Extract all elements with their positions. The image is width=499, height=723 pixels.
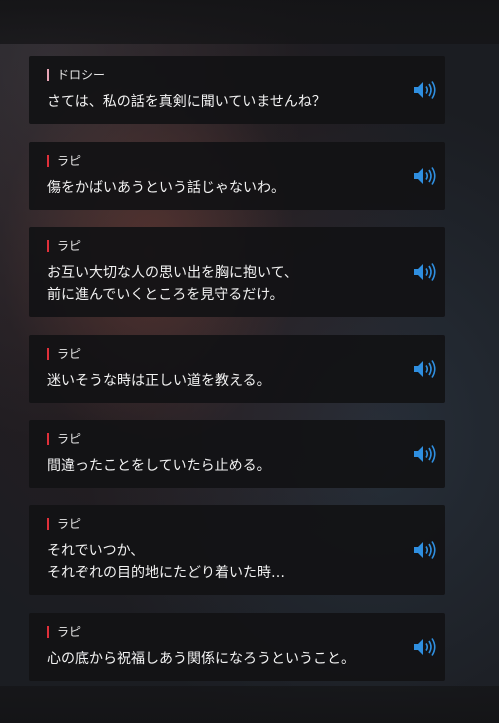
speaker-icon xyxy=(414,638,436,656)
log-entry: ラピ 間違ったことをしていたら止める。 xyxy=(29,420,445,488)
speaker-marker xyxy=(47,155,49,167)
speaker-row: ラピ xyxy=(47,239,81,253)
speaker-row: ラピ xyxy=(47,347,81,361)
log-entry: ラピ 迷いそうな時は正しい道を教える。 xyxy=(29,335,445,403)
speaker-row: ラピ xyxy=(47,625,81,639)
speaker-icon xyxy=(414,263,436,281)
backlog-panel: ドロシー さては、私の話を真剣に聞いていませんね？ ラピ 傷をかばいあうという話… xyxy=(0,0,499,723)
log-entry: ラピ 傷をかばいあうという話じゃないわ。 xyxy=(29,142,445,210)
speaker-marker xyxy=(47,69,49,81)
speaker-marker xyxy=(47,240,49,252)
voice-replay-button[interactable] xyxy=(412,358,438,380)
speaker-row: ドロシー xyxy=(47,68,105,82)
speaker-name: ラピ xyxy=(57,517,82,531)
speaker-row: ラピ xyxy=(47,517,81,531)
voice-replay-button[interactable] xyxy=(412,261,438,283)
speaker-name: ラピ xyxy=(57,239,82,253)
log-entry: ラピ それでいつか、 それぞれの目的地にたどり着いた時… xyxy=(29,505,445,595)
speaker-icon xyxy=(414,360,436,378)
dialogue-text: それでいつか、 それぞれの目的地にたどり着いた時… xyxy=(47,543,285,581)
speaker-row: ラピ xyxy=(47,432,81,446)
log-entry: ラピ 心の底から祝福しあう関係になろうということ。 xyxy=(29,613,445,681)
dialogue-text: 心の底から祝福しあう関係になろうということ。 xyxy=(47,651,355,667)
speaker-icon xyxy=(414,81,436,99)
dialogue-text: 迷いそうな時は正しい道を教える。 xyxy=(47,373,271,389)
speaker-marker xyxy=(47,433,49,445)
voice-replay-button[interactable] xyxy=(412,636,438,658)
voice-replay-button[interactable] xyxy=(412,165,438,187)
top-fade xyxy=(0,0,499,44)
speaker-marker xyxy=(47,626,49,638)
log-entry: ラピ お互い大切な人の思い出を胸に抱いて、 前に進んでいくところを見守るだけ。 xyxy=(29,227,445,317)
dialogue-text: 傷をかばいあうという話じゃないわ。 xyxy=(47,180,285,196)
dialogue-text: さては、私の話を真剣に聞いていませんね？ xyxy=(47,94,326,110)
speaker-name: ラピ xyxy=(57,154,82,168)
speaker-name: ラピ xyxy=(57,625,82,639)
speaker-marker xyxy=(47,348,49,360)
log-entry: ドロシー さては、私の話を真剣に聞いていませんね？ xyxy=(29,56,445,124)
dialogue-text: 間違ったことをしていたら止める。 xyxy=(47,458,271,474)
speaker-name: ラピ xyxy=(57,432,82,446)
speaker-row: ラピ xyxy=(47,154,81,168)
speaker-marker xyxy=(47,518,49,530)
speaker-icon xyxy=(414,167,436,185)
speaker-icon xyxy=(414,445,436,463)
speaker-name: ドロシー xyxy=(57,68,106,82)
speaker-name: ラピ xyxy=(57,347,82,361)
voice-replay-button[interactable] xyxy=(412,539,438,561)
voice-replay-button[interactable] xyxy=(412,443,438,465)
bottom-fade xyxy=(0,686,499,723)
dialogue-text: お互い大切な人の思い出を胸に抱いて、 前に進んでいくところを見守るだけ。 xyxy=(47,265,298,303)
voice-replay-button[interactable] xyxy=(412,79,438,101)
speaker-icon xyxy=(414,541,436,559)
